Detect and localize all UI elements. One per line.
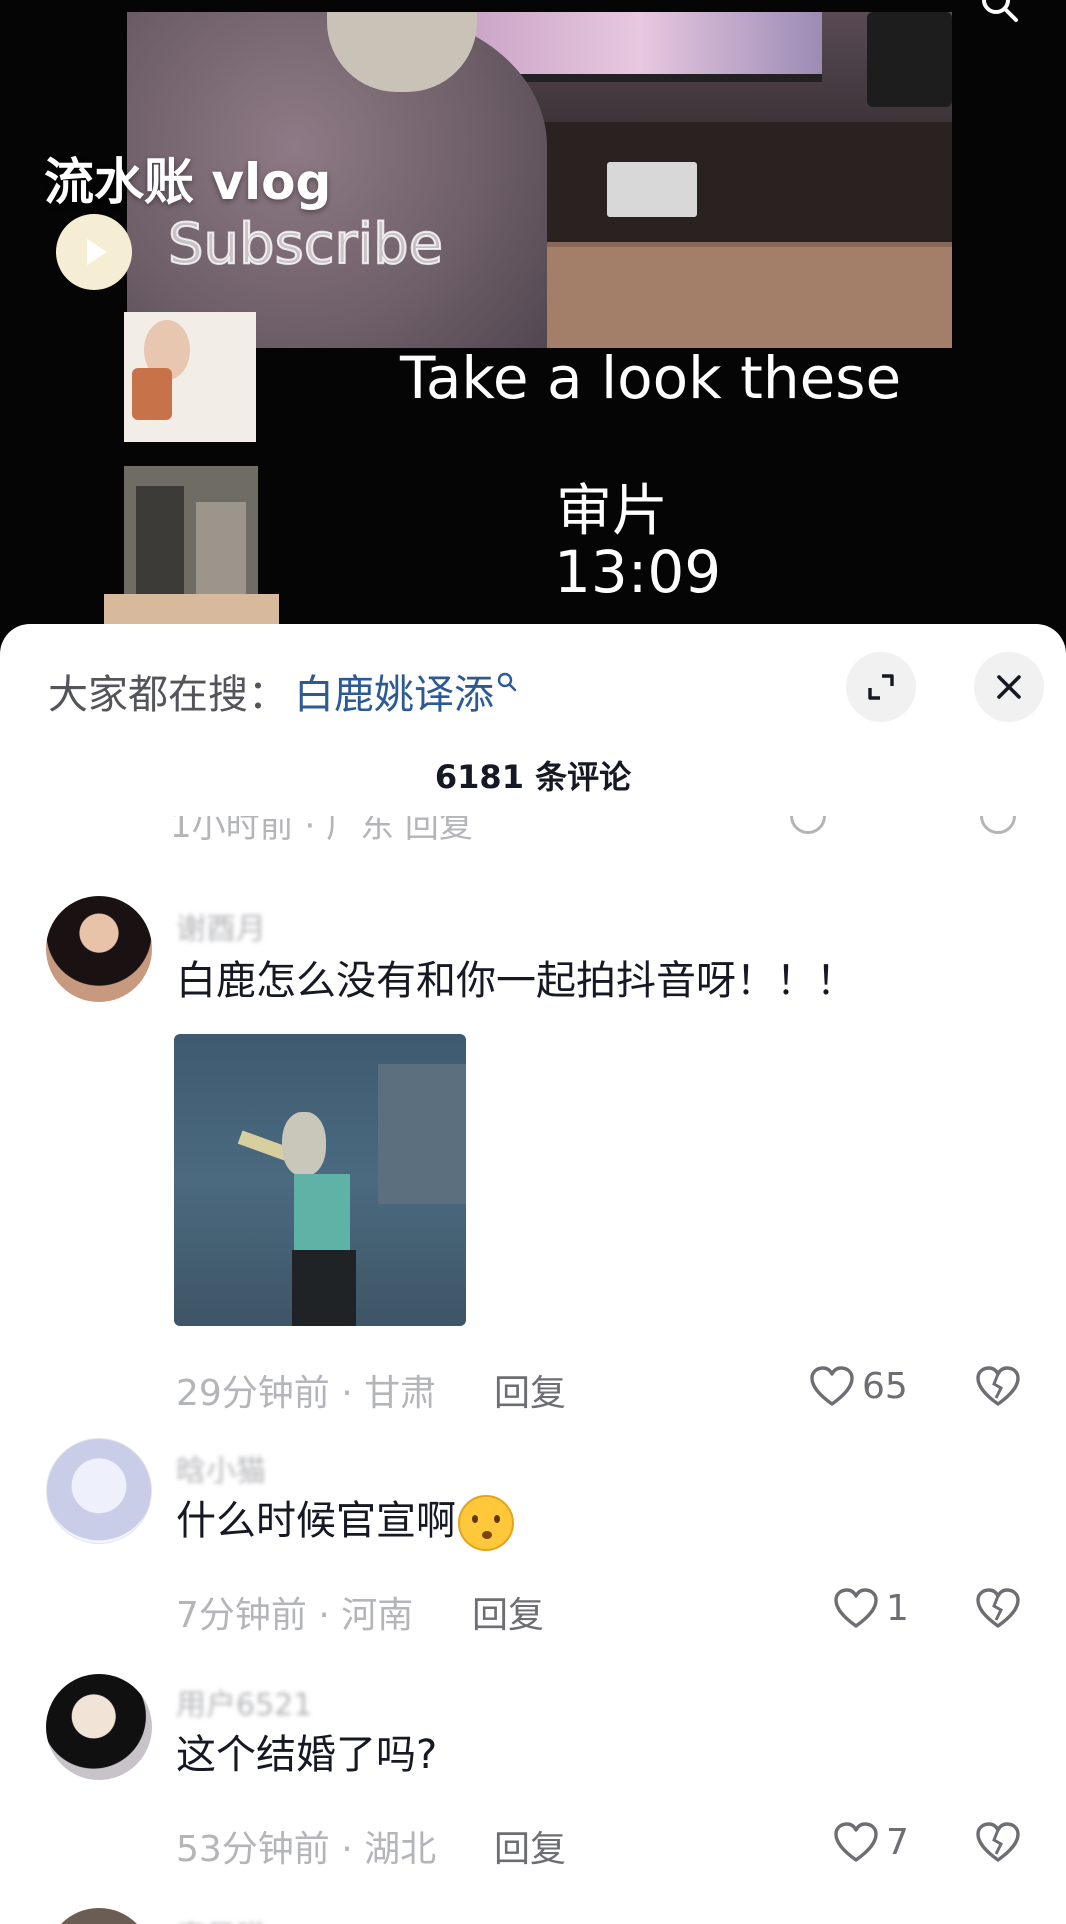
- video-time: 13:09: [554, 538, 722, 606]
- subscribe-text: Subscribe: [167, 211, 444, 278]
- comment-username[interactable]: 用户6521: [176, 1680, 312, 1724]
- like-button[interactable]: 1: [832, 1586, 909, 1630]
- heart-icon: [834, 1588, 878, 1628]
- comment-text[interactable]: 白鹿怎么没有和你一起拍抖音呀！！！: [176, 948, 856, 1006]
- hot-search[interactable]: 大家都在搜： 白鹿姚译添: [48, 662, 518, 720]
- hot-search-keyword[interactable]: 白鹿姚译添: [294, 662, 494, 720]
- broken-heart-icon[interactable]: [974, 1586, 1022, 1630]
- thumbnail-selfie: [124, 312, 256, 442]
- broken-heart-icon[interactable]: [974, 1364, 1022, 1408]
- reply-button[interactable]: 回复: [472, 1586, 544, 1638]
- comment-text[interactable]: 什么时候官宣啊: [176, 1488, 514, 1551]
- avatar[interactable]: [46, 1674, 152, 1780]
- comment-username[interactable]: 晗小猫: [176, 1446, 266, 1490]
- comment-meta: 7分钟前 · 河南: [176, 1595, 414, 1636]
- heart-icon[interactable]: [790, 816, 826, 834]
- reply-button[interactable]: 回复: [494, 1364, 566, 1416]
- speaker: [867, 12, 952, 107]
- comment-username[interactable]: 麦目猫: [176, 1912, 266, 1924]
- like-count: 1: [886, 1587, 909, 1629]
- like-button[interactable]: 65: [808, 1364, 908, 1408]
- comment-text-content: 什么时候官宣啊: [176, 1498, 456, 1544]
- heart-icon: [834, 1822, 878, 1862]
- expand-button[interactable]: [846, 652, 916, 722]
- search-icon[interactable]: [980, 0, 1020, 26]
- comment-username[interactable]: 谢酉月: [176, 904, 266, 948]
- comment-text[interactable]: 这个结婚了吗?: [176, 1722, 437, 1780]
- reply-button[interactable]: 回复: [494, 1820, 566, 1872]
- video-player[interactable]: 流水账 vlog Subscribe Take a look these 审片 …: [0, 0, 1066, 640]
- thinking-kiss-emoji-icon: [458, 1495, 514, 1551]
- thumbnail-gym: [124, 466, 258, 596]
- like-count: 7: [886, 1821, 909, 1863]
- expand-icon: [868, 674, 894, 700]
- broken-heart-icon[interactable]: [980, 816, 1016, 834]
- avatar[interactable]: [46, 1908, 152, 1924]
- comment-meta: 53分钟前 · 湖北: [176, 1829, 437, 1870]
- video-caption: Take a look these: [400, 344, 902, 412]
- search-icon: [497, 672, 517, 692]
- video-title: 流水账 vlog: [44, 153, 332, 211]
- like-count: 65: [862, 1365, 908, 1407]
- close-button[interactable]: [974, 652, 1044, 722]
- comment-image[interactable]: [174, 1034, 466, 1326]
- close-icon: [997, 675, 1021, 699]
- broken-heart-icon[interactable]: [974, 1820, 1022, 1864]
- play-icon[interactable]: [56, 214, 132, 290]
- av-device: [607, 162, 697, 217]
- cut-off-meta-text: 1小时前 · 广东 回复: [170, 816, 473, 846]
- comment-sheet: 大家都在搜： 白鹿姚译添 6181 条评论 1小时前 · 广东 回复 谢酉月 白…: [0, 624, 1066, 1924]
- like-button[interactable]: 7: [832, 1820, 909, 1864]
- avatar[interactable]: [46, 1438, 152, 1544]
- cut-off-comment-meta: 1小时前 · 广东 回复: [170, 816, 1020, 848]
- avatar[interactable]: [46, 896, 152, 1002]
- video-label: 审片: [556, 479, 668, 544]
- hot-search-label: 大家都在搜：: [48, 672, 288, 718]
- comment-count: 6181 条评论: [434, 758, 632, 796]
- heart-icon: [810, 1366, 854, 1406]
- comment-meta: 29分钟前 · 甘肃: [176, 1373, 437, 1414]
